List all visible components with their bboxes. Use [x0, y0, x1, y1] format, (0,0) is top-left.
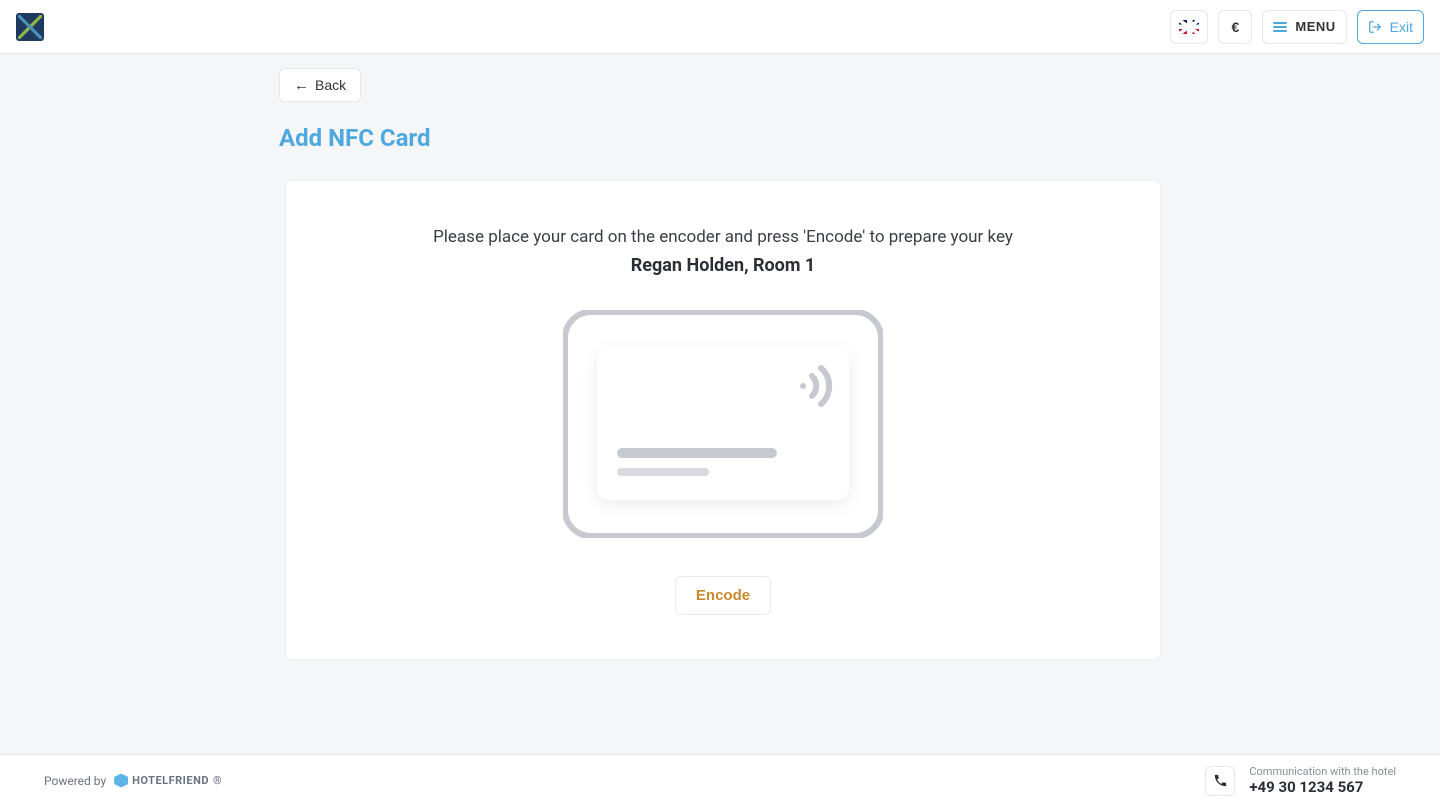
nfc-card-panel: Please place your card on the encoder an…: [285, 180, 1161, 660]
powered-by: Powered by HOTELFRIEND ®: [44, 774, 222, 788]
header-actions: € MENU Exit: [1170, 10, 1424, 44]
encoder-illustration: [563, 310, 883, 538]
contact-phone: +49 30 1234 567: [1249, 778, 1396, 796]
uk-flag-icon: [1179, 20, 1199, 34]
phone-button[interactable]: [1205, 766, 1235, 796]
content-container: ← Back Add NFC Card Please place your ca…: [279, 68, 1161, 660]
page-title: Add NFC Card: [279, 124, 1161, 152]
currency-symbol: €: [1231, 19, 1239, 35]
exit-button[interactable]: Exit: [1357, 10, 1424, 44]
hamburger-icon: [1273, 22, 1287, 32]
contact-label: Communication with the hotel: [1249, 765, 1396, 778]
nfc-encoder-icon: [563, 310, 883, 538]
exit-icon: [1368, 20, 1382, 34]
exit-label: Exit: [1390, 19, 1413, 35]
menu-label: MENU: [1295, 19, 1335, 34]
currency-button[interactable]: €: [1218, 10, 1252, 44]
powered-by-label: Powered by: [44, 774, 106, 788]
instruction-text: Please place your card on the encoder an…: [433, 227, 1013, 247]
back-button[interactable]: ← Back: [279, 68, 361, 102]
encode-button[interactable]: Encode: [675, 576, 771, 615]
app-logo: [16, 13, 44, 41]
contact-text: Communication with the hotel +49 30 1234…: [1249, 765, 1396, 796]
footer-bar: Powered by HOTELFRIEND ® Communication w…: [0, 754, 1440, 806]
menu-button[interactable]: MENU: [1262, 10, 1346, 44]
arrow-left-icon: ←: [294, 78, 309, 93]
phone-icon: [1213, 773, 1228, 788]
header-bar: € MENU Exit: [0, 0, 1440, 54]
hotelfriend-logo: HOTELFRIEND ®: [114, 774, 222, 788]
main-content: ← Back Add NFC Card Please place your ca…: [0, 54, 1440, 754]
guest-room-text: Regan Holden, Room 1: [631, 255, 815, 276]
back-label: Back: [315, 77, 346, 93]
brand-name: HOTELFRIEND: [132, 774, 209, 787]
cube-icon: [114, 774, 128, 788]
language-button[interactable]: [1170, 10, 1208, 44]
hotel-contact: Communication with the hotel +49 30 1234…: [1205, 765, 1396, 796]
